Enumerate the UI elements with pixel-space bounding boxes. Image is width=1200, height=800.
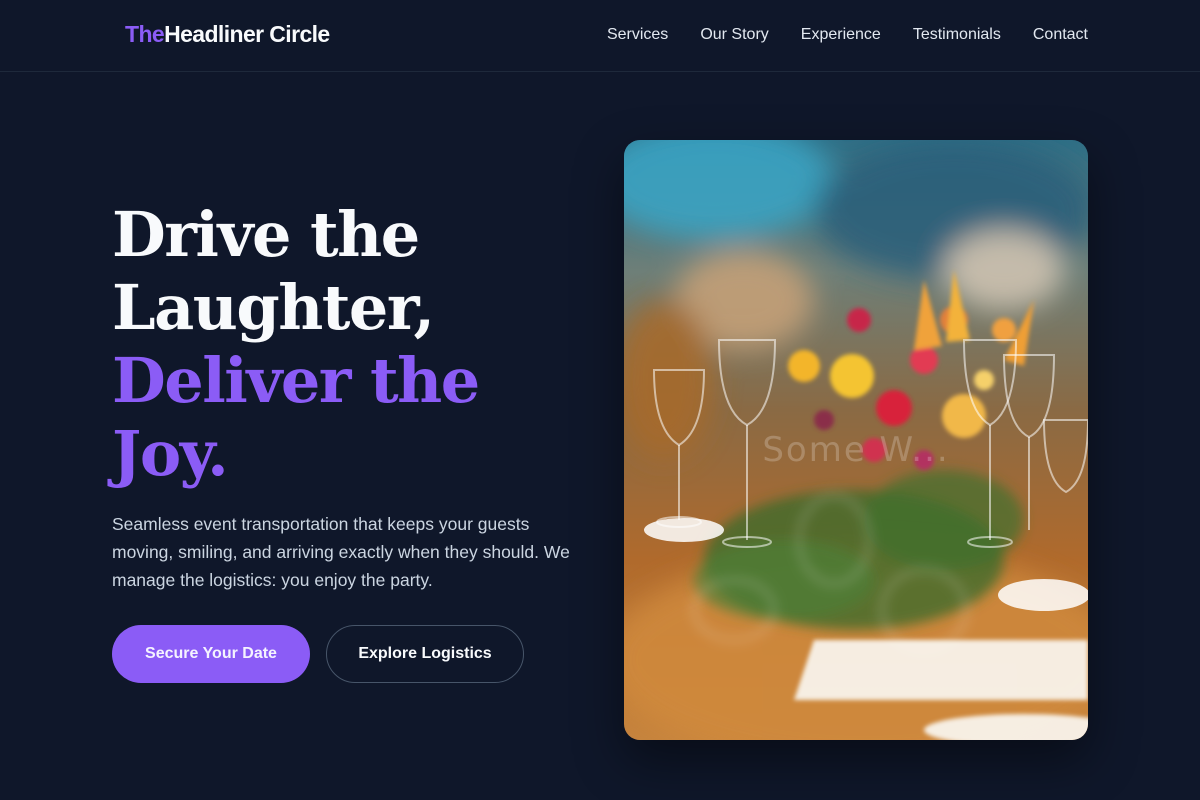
navbar: TheHeadliner Circle Services Our Story E… <box>0 0 1200 72</box>
nav-links: Services Our Story Experience Testimonia… <box>607 24 1088 46</box>
nav-link-experience[interactable]: Experience <box>801 24 881 46</box>
nav-link-our-story[interactable]: Our Story <box>700 24 768 46</box>
nav-link-contact[interactable]: Contact <box>1033 24 1088 46</box>
hero-subtitle: Seamless event transportation that keeps… <box>112 514 570 590</box>
hero-image: Some W... <box>624 140 1088 740</box>
brand-logo-accent: The <box>125 21 165 47</box>
explore-logistics-button[interactable]: Explore Logistics <box>326 625 524 683</box>
hero-title-line-1: Drive the <box>112 198 420 271</box>
hero-title-accent-line-1: Deliver the <box>112 344 480 417</box>
hero-title: Drive the Laughter, Deliver the Joy. <box>112 198 480 490</box>
brand-logo-text: Headliner Circle <box>164 21 330 47</box>
brand-logo[interactable]: TheHeadliner Circle <box>125 21 330 48</box>
nav-link-services[interactable]: Services <box>607 24 668 46</box>
secure-date-button[interactable]: Secure Your Date <box>112 625 310 683</box>
image-watermark: Some W... <box>762 430 950 470</box>
hero-title-accent-line-2: Joy. <box>112 417 229 490</box>
nav-link-testimonials[interactable]: Testimonials <box>913 24 1001 46</box>
hero-title-line-2: Laughter, <box>112 271 435 344</box>
